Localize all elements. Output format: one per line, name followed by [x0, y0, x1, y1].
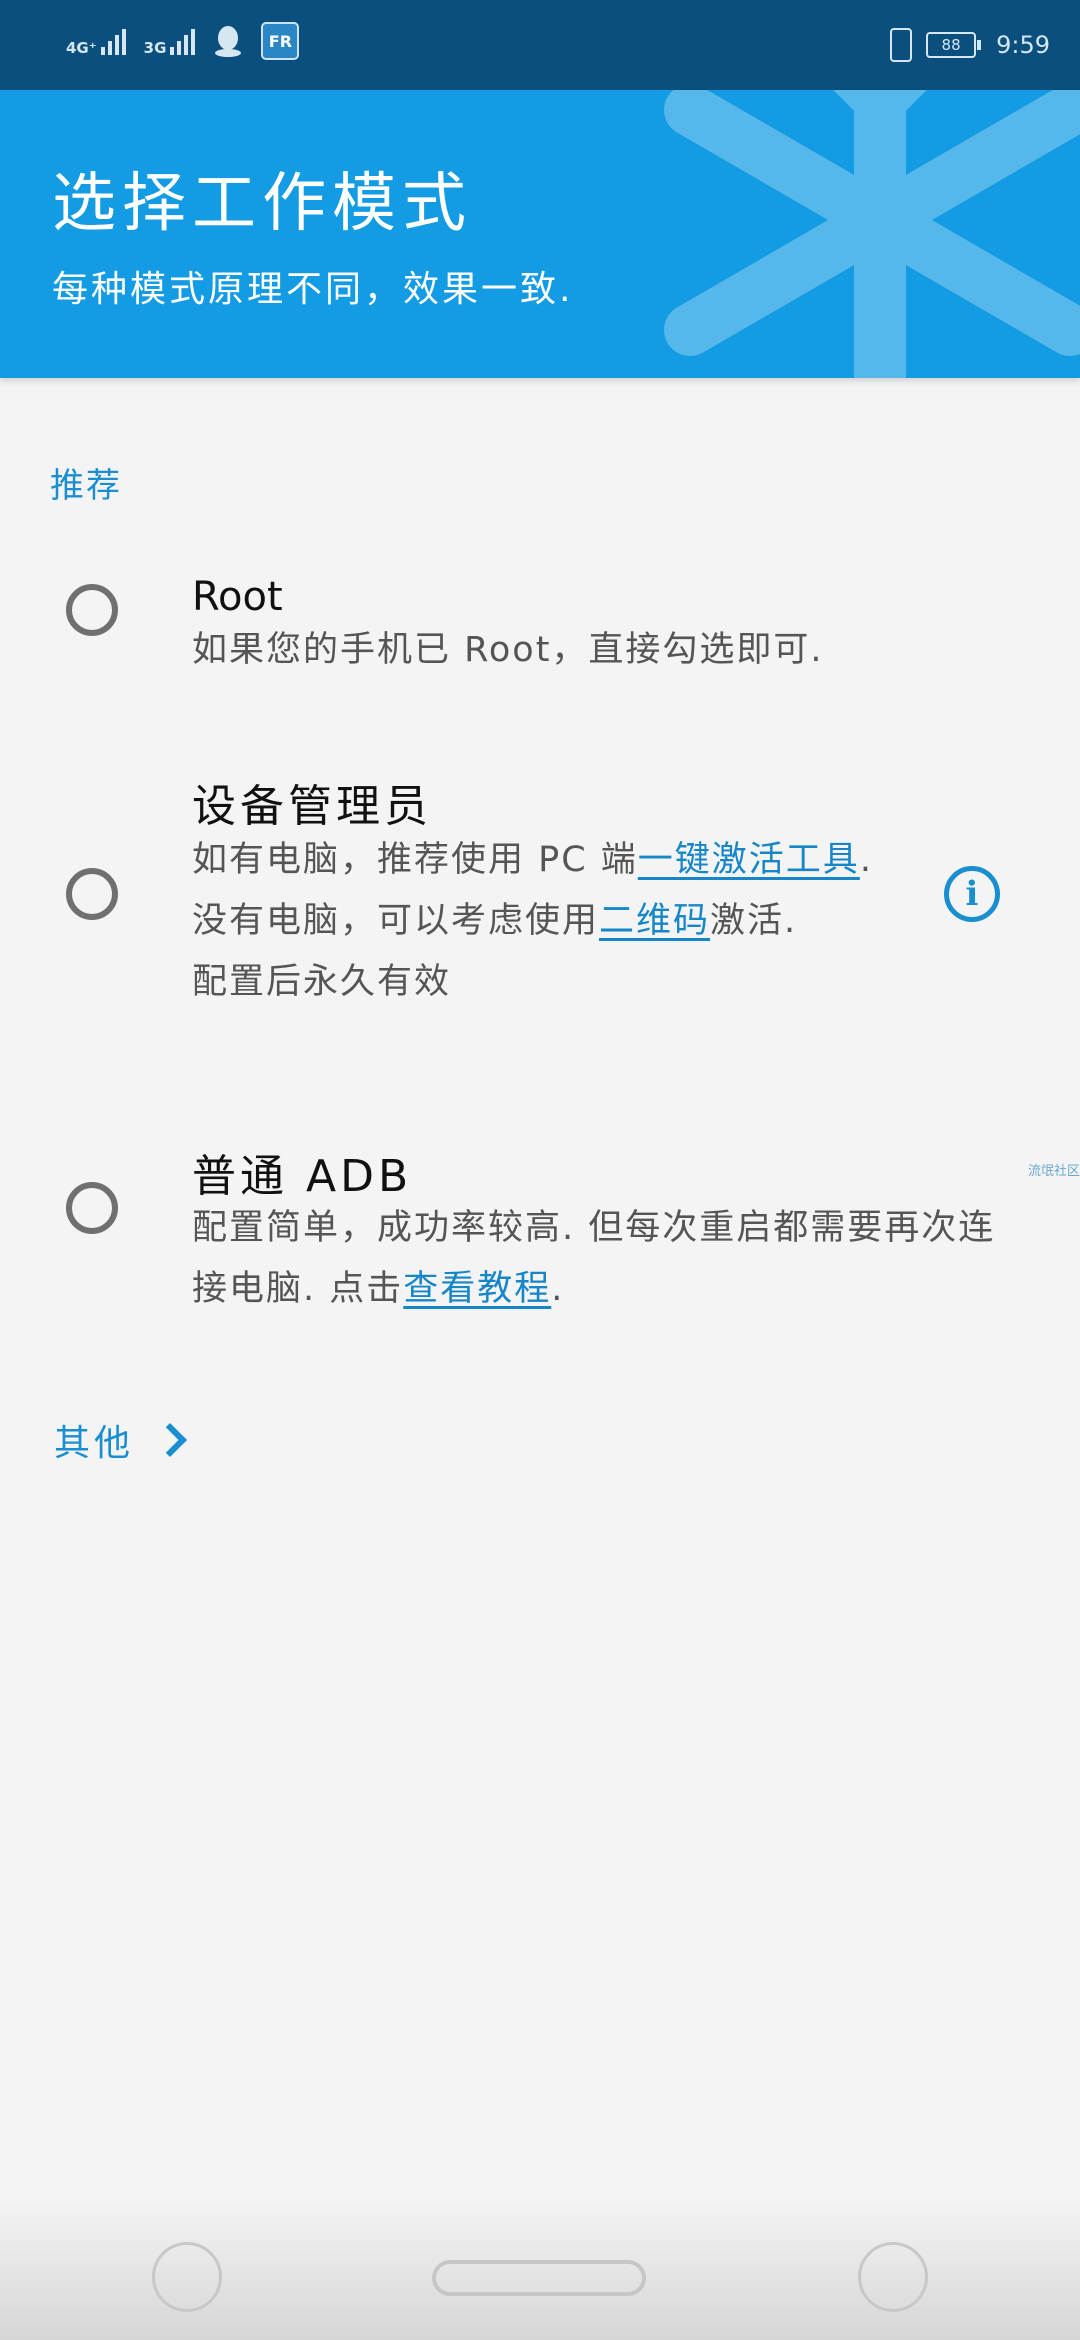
- section-recommended-label: 推荐: [50, 466, 122, 506]
- qr-code-link[interactable]: 二维码: [599, 901, 710, 941]
- nav-left-button[interactable]: [152, 2242, 222, 2312]
- snowflake-decoration-icon: [664, 90, 1080, 378]
- page-header: 选择工作模式 每种模式原理不同，效果一致.: [0, 90, 1080, 378]
- page-subtitle: 每种模式原理不同，效果一致.: [52, 269, 574, 310]
- page-title: 选择工作模式: [52, 167, 472, 241]
- other-section-toggle[interactable]: 其他: [54, 1414, 187, 1466]
- option-adb-title: 普通 ADB: [192, 1151, 413, 1202]
- option-device-admin-title: 设备管理员: [192, 781, 432, 832]
- watermark: 流氓社区: [1028, 1164, 1080, 1179]
- vibrate-icon: [890, 28, 913, 62]
- option-adb[interactable]: 普通 ADB 配置简单，成功率较高. 但每次重启都需要再次连接电脑. 点击查看教…: [0, 1130, 1080, 1330]
- option-device-admin-desc: 如有电脑，推荐使用 PC 端一键激活工具. 没有电脑，可以考虑使用二维码激活. …: [192, 840, 873, 1002]
- signal-4g-icon: 4G⁺: [66, 27, 126, 56]
- status-bar: 4G⁺ 3G FR 88 9:59: [0, 0, 1080, 90]
- clock: 9:59: [996, 31, 1050, 59]
- qq-icon: [215, 26, 242, 57]
- option-device-admin[interactable]: 设备管理员 如有电脑，推荐使用 PC 端一键激活工具. 没有电脑，可以考虑使用二…: [0, 760, 1080, 1080]
- info-icon[interactable]: i: [944, 866, 1000, 922]
- chevron-right-icon: [153, 1423, 187, 1457]
- nav-home-pill[interactable]: [432, 2260, 646, 2296]
- option-root[interactable]: Root 如果您的手机已 Root，直接勾选即可.: [0, 560, 1080, 700]
- radio-adb[interactable]: [66, 1182, 118, 1234]
- one-click-activation-tool-link[interactable]: 一键激活工具: [638, 840, 860, 880]
- option-adb-desc: 配置简单，成功率较高. 但每次重启都需要再次连接电脑. 点击查看教程.: [192, 1208, 996, 1309]
- option-root-title: Root: [192, 574, 283, 620]
- radio-root[interactable]: [66, 584, 118, 636]
- nav-right-button[interactable]: [858, 2242, 928, 2312]
- battery-icon: 88: [926, 32, 982, 58]
- view-tutorial-link[interactable]: 查看教程: [403, 1269, 551, 1309]
- navigation-bar: [0, 2200, 1080, 2340]
- app-notification-icon: FR: [261, 22, 300, 60]
- radio-device-admin[interactable]: [66, 868, 118, 920]
- option-root-desc: 如果您的手机已 Root，直接勾选即可.: [192, 630, 824, 670]
- signal-3g-icon: 3G: [144, 27, 196, 56]
- other-label: 其他: [54, 1423, 135, 1464]
